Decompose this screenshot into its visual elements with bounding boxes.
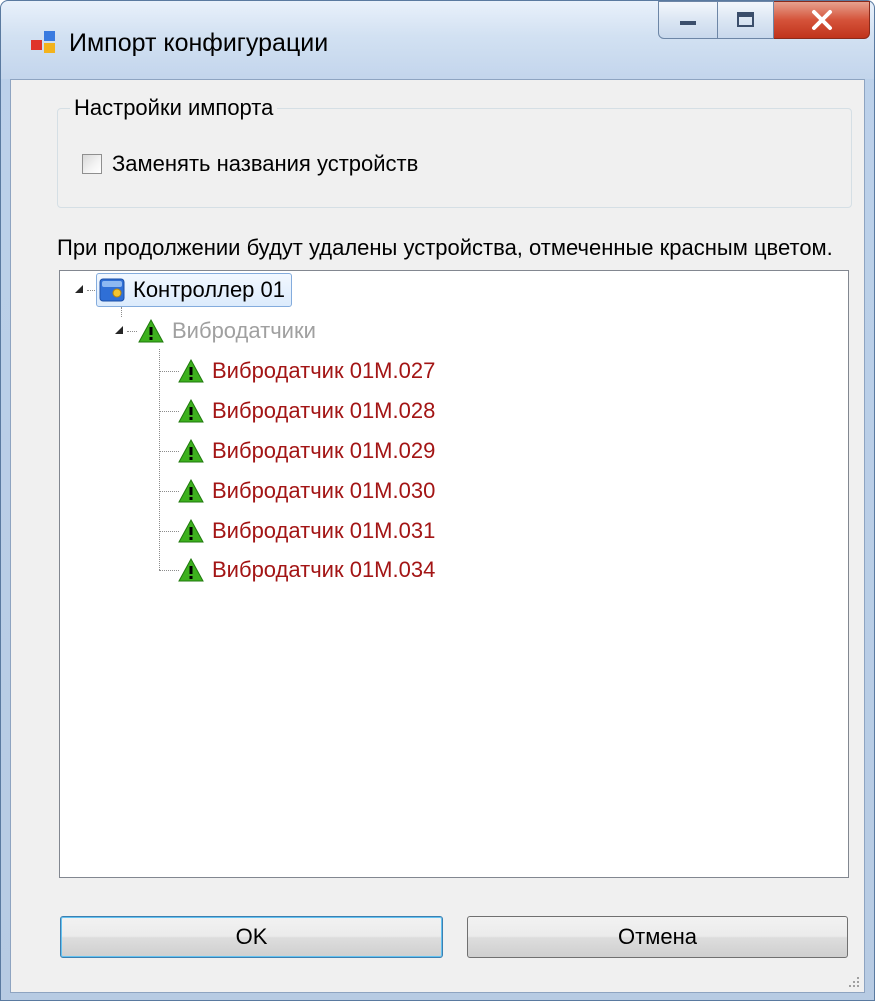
tree-node-controller[interactable]: Контроллер 01	[96, 273, 292, 307]
warning-icon	[178, 479, 204, 503]
controller-icon	[99, 278, 125, 302]
warning-icon	[178, 519, 204, 543]
warning-icon	[138, 319, 164, 343]
tree-item-vibrosensor[interactable]: Вибродатчик 01М.028	[178, 394, 435, 428]
tree-item-vibrosensor[interactable]: Вибродатчик 01М.031	[178, 514, 435, 548]
replace-names-checkbox[interactable]	[82, 154, 102, 174]
window-title: Импорт конфигурации	[69, 29, 329, 57]
dialog-body: Настройки импорта Заменять названия устр…	[10, 79, 865, 993]
deletion-warning-text: При продолжении будут удалены устройства…	[57, 235, 833, 260]
close-button[interactable]	[774, 1, 870, 39]
import-settings-group: Настройки импорта Заменять названия устр…	[57, 95, 852, 208]
close-icon	[811, 10, 832, 30]
tree-item-vibrosensor[interactable]: Вибродатчик 01М.030	[178, 474, 435, 508]
title-bar[interactable]: Импорт конфигурации	[1, 1, 874, 79]
warning-icon	[178, 558, 204, 582]
tree-item-label: Вибродатчик 01М.029	[212, 438, 436, 463]
tree-item-vibrosensor[interactable]: Вибродатчик 01М.027	[178, 354, 435, 388]
warning-icon	[178, 399, 204, 423]
device-tree[interactable]: Контроллер 01 Вибродатчики Вибродатчик 0…	[59, 270, 849, 878]
tree-node-vibro-group[interactable]: Вибродатчики	[138, 314, 316, 348]
app-icon	[31, 31, 57, 53]
ok-button[interactable]: OK	[60, 916, 443, 958]
replace-names-label[interactable]: Заменять названия устройств	[112, 151, 418, 177]
replace-names-option[interactable]: Заменять названия устройств	[82, 151, 418, 177]
minimize-icon	[680, 21, 696, 25]
expand-arrow-icon[interactable]	[115, 326, 123, 334]
warning-icon	[178, 439, 204, 463]
import-settings-legend: Настройки импорта	[70, 95, 278, 121]
cancel-button[interactable]: Отмена	[467, 916, 848, 958]
tree-item-label: Вибродатчик 01М.030	[212, 478, 436, 503]
expand-arrow-icon[interactable]	[75, 285, 83, 293]
import-config-window: Импорт конфигурации Настройки импорта За…	[0, 0, 875, 1001]
minimize-button[interactable]	[658, 1, 718, 39]
tree-item-label: Вибродатчик 01М.031	[212, 518, 436, 543]
tree-item-vibrosensor[interactable]: Вибродатчик 01М.029	[178, 434, 435, 468]
warning-icon	[178, 359, 204, 383]
resize-grip-icon[interactable]	[846, 974, 860, 988]
maximize-icon	[736, 12, 754, 27]
tree-item-label: Вибродатчик 01М.027	[212, 358, 436, 383]
tree-node-label: Вибродатчики	[172, 318, 316, 343]
tree-node-label: Контроллер 01	[133, 277, 285, 302]
tree-item-vibrosensor[interactable]: Вибродатчик 01М.034	[178, 553, 435, 587]
tree-item-label: Вибродатчик 01М.028	[212, 398, 436, 423]
tree-item-label: Вибродатчик 01М.034	[212, 557, 436, 582]
maximize-button[interactable]	[718, 1, 774, 39]
